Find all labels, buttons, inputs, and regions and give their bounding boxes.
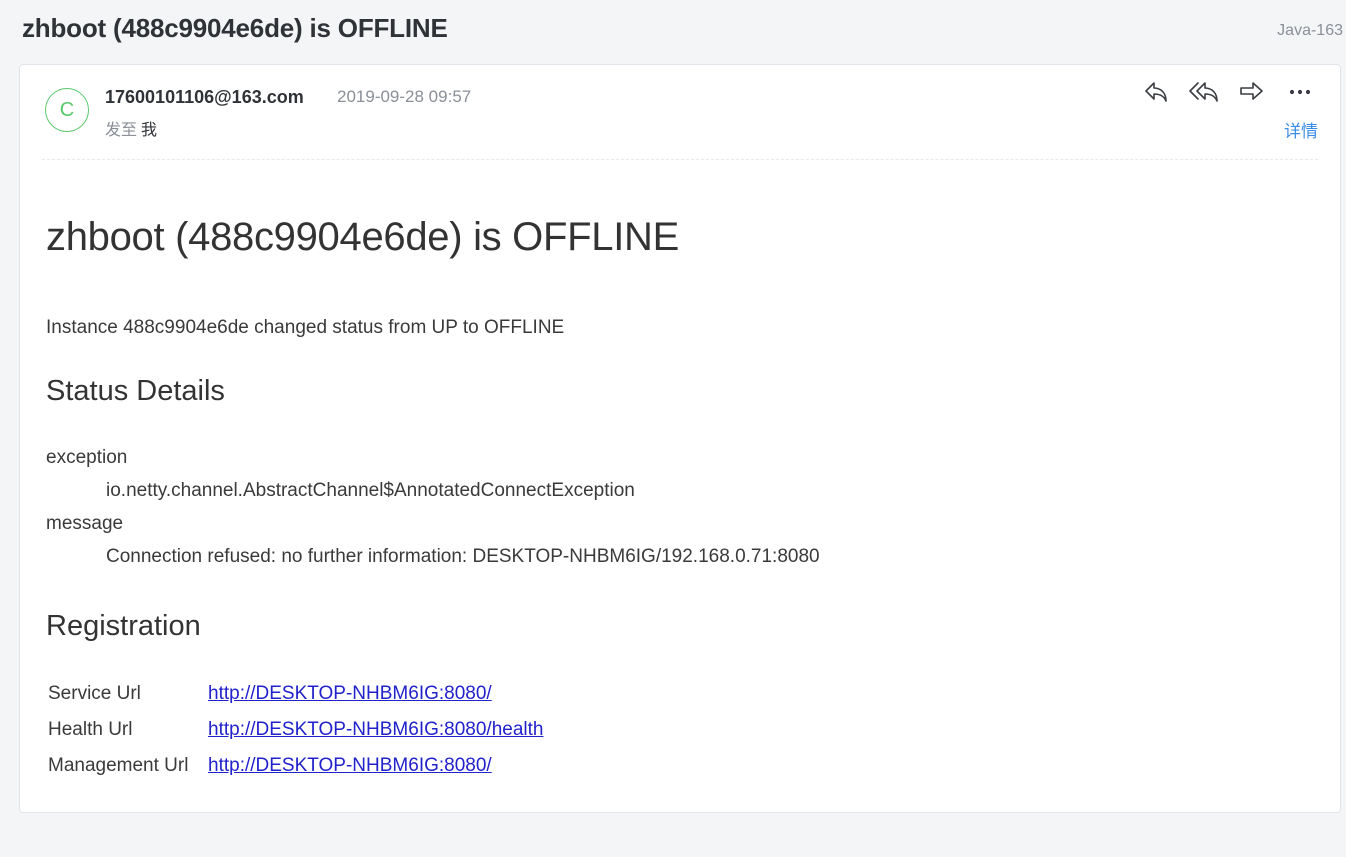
folder-label[interactable]: Java-163 <box>1277 22 1343 40</box>
sender-avatar[interactable]: C <box>45 88 89 132</box>
status-key: exception <box>46 447 128 468</box>
sender-address[interactable]: 17600101106@163.com <box>105 87 304 108</box>
header-divider <box>42 159 1318 160</box>
mail-card: C 17600101106@163.com 2019-09-28 09:57 发… <box>19 64 1341 813</box>
recipient-line: 发至我 <box>105 116 157 140</box>
more-icon[interactable] <box>1282 78 1318 106</box>
mail-body: zhboot (488c9904e6de) is OFFLINE Instanc… <box>46 215 1316 776</box>
mail-actions <box>1138 78 1318 106</box>
health-url-link[interactable]: http://DESKTOP-NHBM6IG:8080/health <box>208 719 543 741</box>
status-value: io.netty.channel.AbstractChannel$Annotat… <box>106 480 635 501</box>
reply-icon[interactable] <box>1138 78 1174 106</box>
details-link[interactable]: 详情 <box>1284 117 1318 142</box>
registration-heading: Registration <box>46 610 201 642</box>
reply-all-icon[interactable] <box>1186 78 1222 106</box>
registration-label: Health Url <box>48 719 133 740</box>
recipient-name[interactable]: 我 <box>141 122 157 139</box>
body-title: zhboot (488c9904e6de) is OFFLINE <box>46 215 679 259</box>
recipient-prefix: 发至 <box>105 122 138 139</box>
mail-header-bar: zhboot (488c9904e6de) is OFFLINE Java-16… <box>0 0 1346 62</box>
forward-icon[interactable] <box>1234 78 1270 106</box>
mail-subject: zhboot (488c9904e6de) is OFFLINE <box>22 13 448 43</box>
status-value: Connection refused: no further informati… <box>106 546 820 567</box>
registration-label: Management Url <box>48 755 189 776</box>
management-url-link[interactable]: http://DESKTOP-NHBM6IG:8080/ <box>208 755 492 777</box>
status-heading: Status Details <box>46 375 225 407</box>
registration-label: Service Url <box>48 683 141 704</box>
sent-date: 2019-09-28 09:57 <box>337 87 472 106</box>
service-url-link[interactable]: http://DESKTOP-NHBM6IG:8080/ <box>208 683 492 705</box>
body-intro: Instance 488c9904e6de changed status fro… <box>46 317 565 338</box>
status-key: message <box>46 513 124 534</box>
